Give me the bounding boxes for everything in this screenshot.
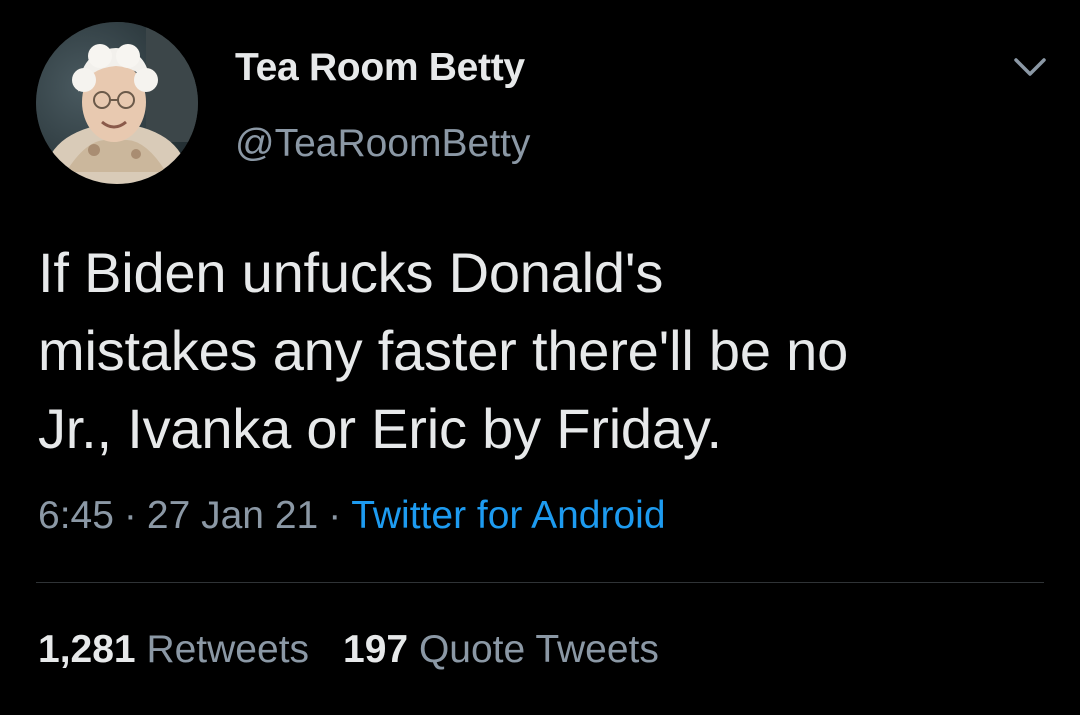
avatar-photo: [36, 22, 198, 184]
more-options-button[interactable]: [1010, 52, 1050, 82]
tweet-meta: 6:45 · 27 Jan 21 · Twitter for Android: [38, 494, 666, 538]
tweet-source-link[interactable]: Twitter for Android: [351, 494, 665, 537]
tweet-text-line: If Biden unfucks Donald's: [38, 241, 664, 304]
tweet-text-line: Jr., Ivanka or Eric by Friday.: [38, 397, 722, 460]
tweet-date[interactable]: 27 Jan 21: [147, 494, 318, 537]
tweet-stats: 1,281 Retweets 197 Quote Tweets: [38, 628, 659, 672]
quote-tweets-stat[interactable]: 197 Quote Tweets: [343, 628, 659, 671]
retweets-label: Retweets: [146, 628, 310, 671]
tweet-text: If Biden unfucks Donald's mistakes any f…: [38, 234, 1048, 468]
divider: [36, 582, 1044, 583]
chevron-down-icon: [1014, 58, 1046, 76]
quote-tweets-label: Quote Tweets: [418, 628, 659, 671]
tweet-text-line: mistakes any faster there'll be no: [38, 319, 849, 382]
author-handle[interactable]: @TeaRoomBetty: [235, 122, 530, 166]
meta-separator: ·: [328, 494, 342, 537]
quote-tweets-count: 197: [343, 628, 409, 671]
retweets-count: 1,281: [38, 628, 136, 671]
avatar[interactable]: [36, 22, 198, 184]
tweet-time[interactable]: 6:45: [38, 494, 114, 537]
meta-separator: ·: [123, 494, 137, 537]
author-display-name[interactable]: Tea Room Betty: [235, 46, 525, 90]
retweets-stat[interactable]: 1,281 Retweets: [38, 628, 309, 671]
